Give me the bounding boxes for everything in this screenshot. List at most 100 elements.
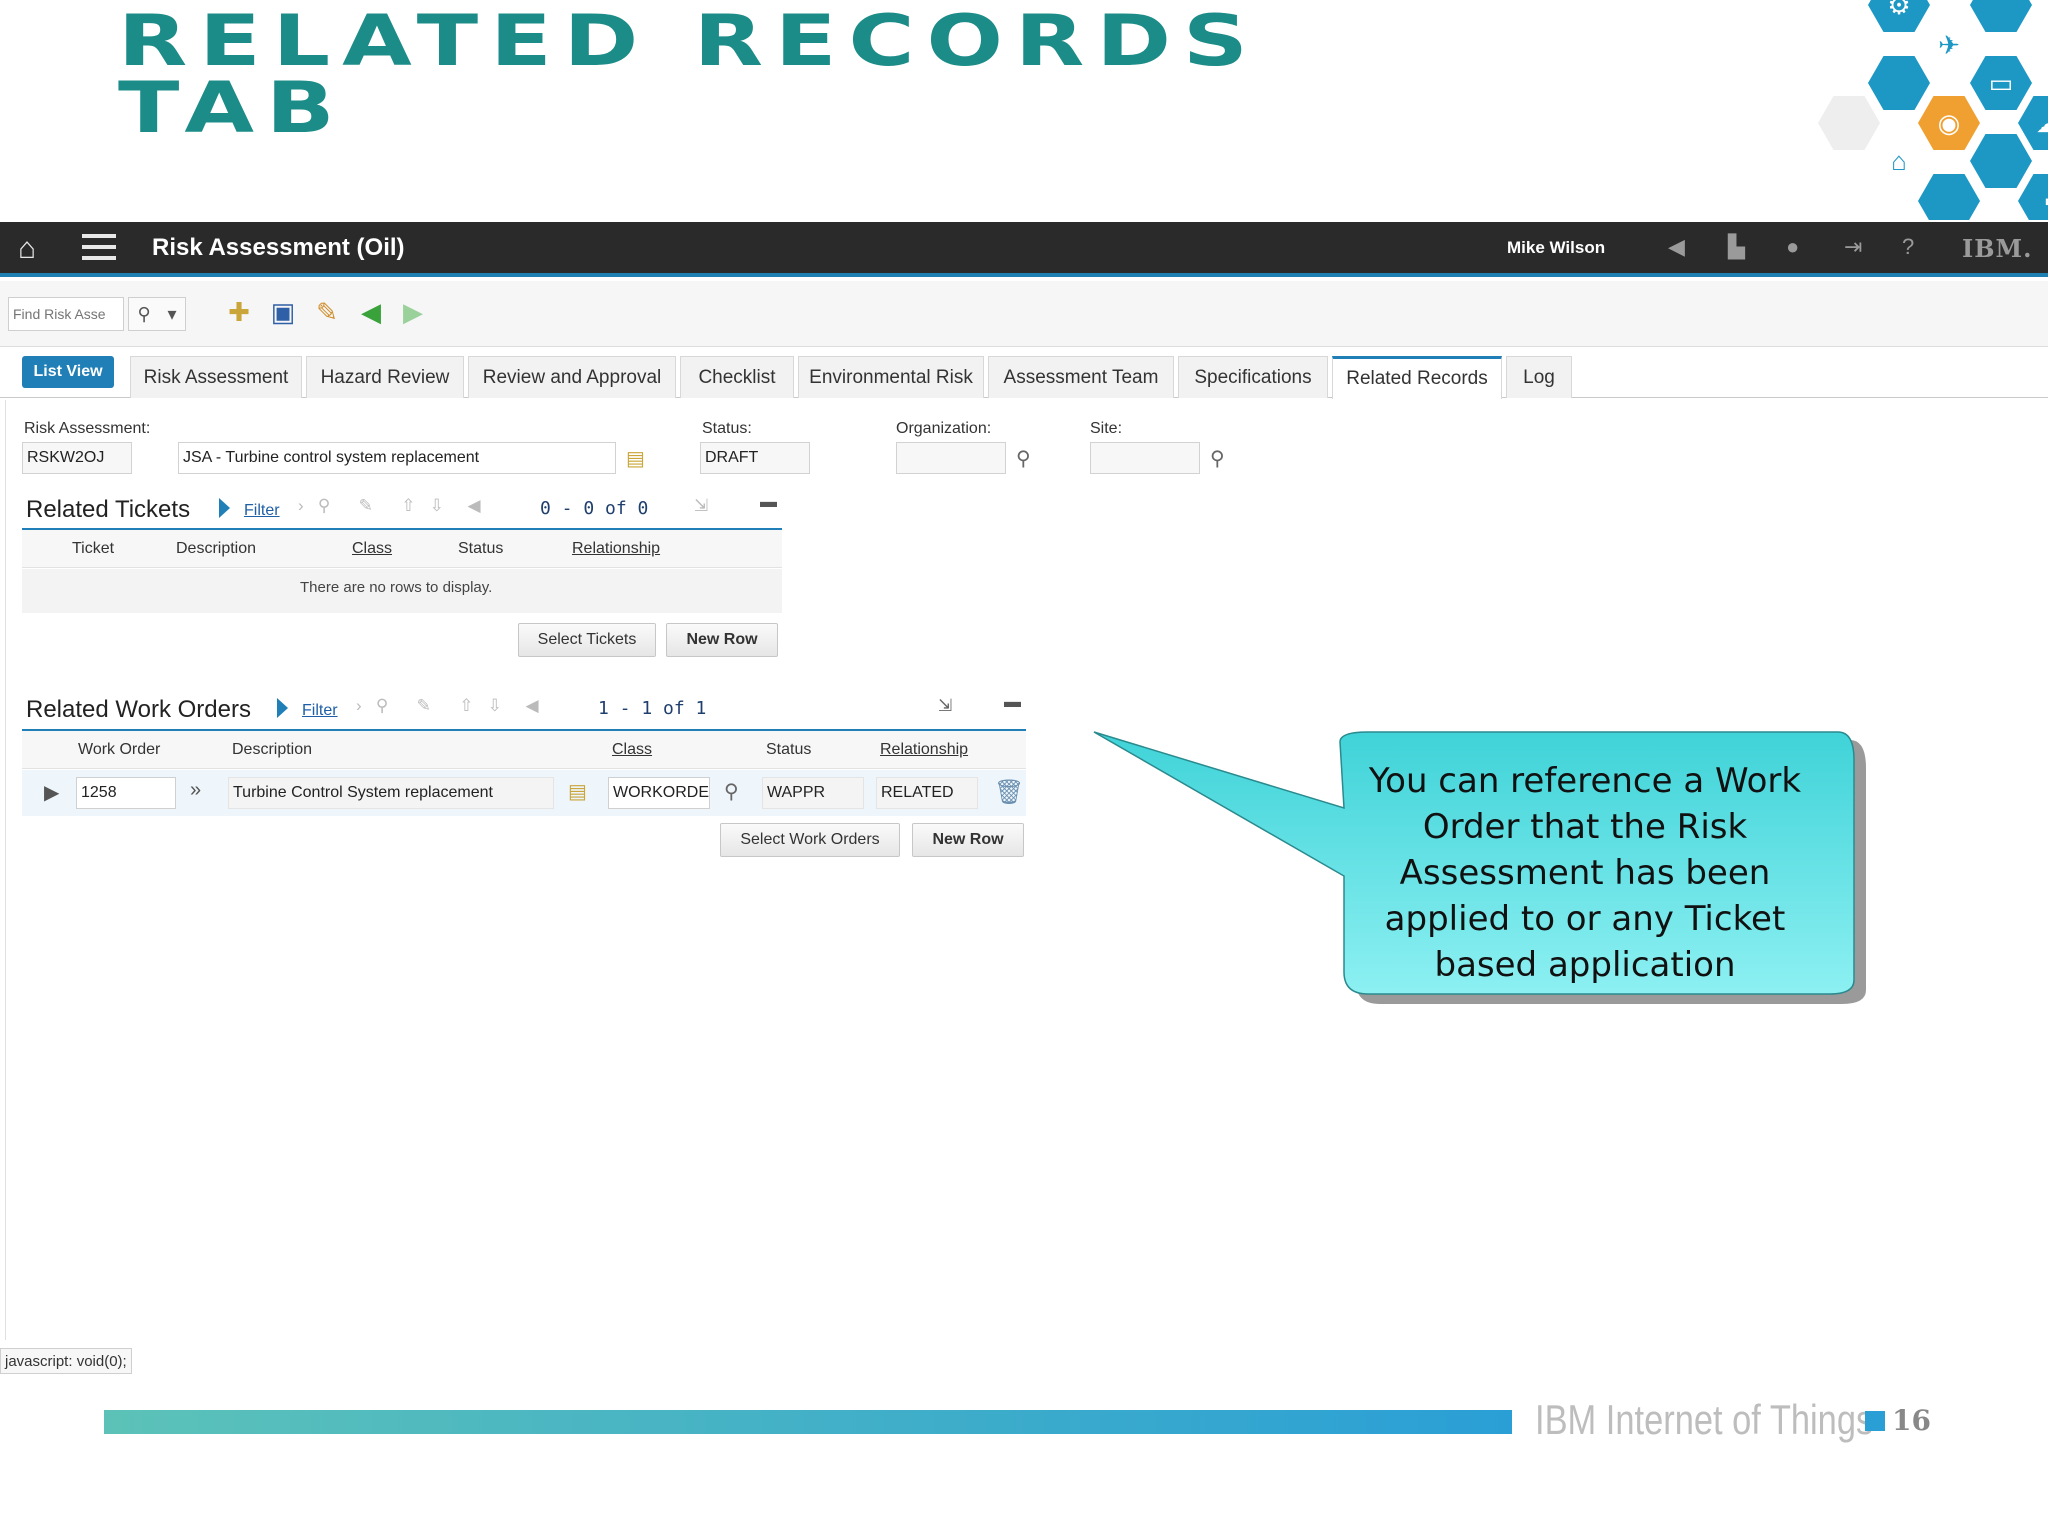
footer-square <box>1865 1411 1885 1431</box>
browser-status-bar: javascript: void(0); <box>0 1348 132 1374</box>
tab-risk-assessment[interactable]: Risk Assessment <box>130 356 302 398</box>
tickets-new-row-button[interactable]: New Row <box>666 623 778 657</box>
select-work-orders-button[interactable]: Select Work Orders <box>720 823 900 857</box>
col-relationship[interactable]: Relationship <box>880 741 968 759</box>
tab-environmental-risk[interactable]: Environmental Risk <box>798 356 984 398</box>
tab-log[interactable]: Log <box>1506 356 1572 398</box>
edit-icon[interactable]: ✎ <box>310 295 344 329</box>
work-order-description-field: Turbine Control System replacement <box>228 777 554 809</box>
toolbar: ⚲ ▾ ✚ ▣ ✎ ◀ ▶ <box>0 281 2048 347</box>
work-order-field[interactable]: 1258 <box>76 777 176 809</box>
ibm-logo: IBM. <box>1962 234 2033 263</box>
menu-icon[interactable] <box>82 234 116 260</box>
workorders-collapse-icon[interactable]: ▬ <box>1004 692 1021 712</box>
hexagon-shape <box>1970 0 2032 32</box>
col-ticket[interactable]: Ticket <box>72 540 114 558</box>
workorders-download-icon[interactable]: ⇲ <box>938 696 952 716</box>
site-label: Site: <box>1090 420 1123 437</box>
filter-expand-icon[interactable] <box>277 698 288 718</box>
filter-expand-icon[interactable] <box>219 498 230 518</box>
footer-bar <box>104 1410 1512 1434</box>
callout-line: applied to or any Ticket <box>1384 899 1786 939</box>
tickets-grid-body: There are no rows to display. <box>22 569 782 613</box>
slide-title: Related Records Tab <box>118 6 1418 150</box>
tab-related-records[interactable]: Related Records <box>1332 356 1502 399</box>
workorders-grid-tools: › ⚲ ✎ ⇧ ⇩ ◀ <box>356 696 539 715</box>
go-to-icon[interactable]: » <box>190 779 201 802</box>
tab-hazard-review[interactable]: Hazard Review <box>306 356 464 398</box>
footer-brand: IBM Internet of Things <box>1535 1396 1874 1443</box>
tab-assessment-team[interactable]: Assessment Team <box>988 356 1174 398</box>
forward-arrow-icon[interactable]: ▶ <box>396 295 430 329</box>
col-status[interactable]: Status <box>766 741 811 759</box>
risk-assessment-label: Risk Assessment: <box>24 420 151 437</box>
work-order-class-field[interactable]: WORKORDE <box>608 777 710 809</box>
risk-assessment-id-field[interactable]: RSKW2OJ <box>22 442 132 474</box>
tab-checklist[interactable]: Checklist <box>680 356 794 398</box>
col-description[interactable]: Description <box>176 540 256 558</box>
profile-icon[interactable]: ● <box>1786 234 1799 260</box>
search-icon: ⚲ <box>137 303 151 324</box>
workorders-new-row-button[interactable]: New Row <box>912 823 1024 857</box>
help-icon[interactable]: ? <box>1902 234 1914 260</box>
callout-line: You can reference a Work <box>1368 761 1802 801</box>
callout-line: Assessment has been <box>1399 853 1771 893</box>
related-work-orders-title: Related Work Orders <box>26 696 251 723</box>
col-relationship[interactable]: Relationship <box>572 540 660 558</box>
hexagon-decoration: ⚙ ✈ ▭ ◉ ⌂ ☁ ▪ <box>1808 0 2048 220</box>
table-row: ▶ 1258 » Turbine Control System replacem… <box>22 770 1026 816</box>
risk-description-field[interactable]: JSA - Turbine control system replacement <box>178 442 616 474</box>
new-record-icon[interactable]: ✚ <box>222 295 256 329</box>
work-order-status-field: WAPPR <box>762 777 864 809</box>
search-icon[interactable]: ⚲ <box>1016 446 1031 471</box>
workorders-filter-link[interactable]: Filter <box>302 702 338 720</box>
tickets-download-icon[interactable]: ⇲ <box>694 496 708 516</box>
car-icon: ▪ <box>2018 174 2048 220</box>
status-field: DRAFT <box>700 442 810 474</box>
chart-icon[interactable]: ▙ <box>1728 234 1745 260</box>
page-number: 16 <box>1892 1404 1931 1437</box>
search-icon[interactable]: ⚲ <box>1210 446 1225 471</box>
save-icon[interactable]: ▣ <box>266 295 300 329</box>
site-field[interactable] <box>1090 442 1200 474</box>
tab-specifications[interactable]: Specifications <box>1178 356 1328 398</box>
home-icon[interactable]: ⌂ <box>18 232 36 266</box>
megaphone-icon[interactable]: ◀ <box>1668 234 1685 260</box>
back-arrow-icon[interactable]: ◀ <box>354 295 388 329</box>
chevron-down-icon: ▾ <box>167 303 177 324</box>
tickets-collapse-icon[interactable]: ▬ <box>760 492 777 512</box>
find-input[interactable] <box>8 297 124 331</box>
col-description[interactable]: Description <box>232 741 312 759</box>
left-edge <box>0 400 6 1340</box>
hexagon-shape <box>1918 174 1980 220</box>
callout-line: based application <box>1434 945 1736 985</box>
gear-icon: ⚙ <box>1868 0 1930 32</box>
workorders-pager: 1 - 1 of 1 <box>598 698 707 719</box>
col-class[interactable]: Class <box>612 741 652 759</box>
cloud-icon: ☁ <box>2018 96 2048 150</box>
hexagon-shape <box>1818 96 1880 150</box>
workorders-grid-header: Work Order Description Class Status Rela… <box>22 731 1026 769</box>
search-icon[interactable]: ⚲ <box>724 779 739 804</box>
hexagon-shape <box>1868 56 1930 110</box>
long-description-icon[interactable]: ▤ <box>568 779 587 804</box>
select-tickets-button[interactable]: Select Tickets <box>518 623 656 657</box>
organization-field[interactable] <box>896 442 1006 474</box>
slide-title-line2: Tab <box>118 67 347 150</box>
app-title: Risk Assessment (Oil) <box>152 234 405 261</box>
long-description-icon[interactable]: ▤ <box>626 446 645 471</box>
col-class[interactable]: Class <box>352 540 392 558</box>
signout-icon[interactable]: ⇥ <box>1844 234 1862 260</box>
callout-line: Order that the Risk <box>1422 807 1748 847</box>
tickets-grid-tools: › ⚲ ✎ ⇧ ⇩ ◀ <box>298 496 481 515</box>
list-view-button[interactable]: List View <box>22 356 114 388</box>
col-status[interactable]: Status <box>458 540 503 558</box>
find-button[interactable]: ⚲ ▾ <box>128 297 186 331</box>
user-name[interactable]: Mike Wilson <box>1507 238 1605 258</box>
work-order-relationship-field: RELATED <box>876 777 978 809</box>
tab-review-and-approval[interactable]: Review and Approval <box>468 356 676 398</box>
row-expand-icon[interactable]: ▶ <box>44 780 59 805</box>
delete-icon[interactable]: 🗑 <box>994 778 1024 807</box>
col-work-order[interactable]: Work Order <box>78 741 160 759</box>
tickets-filter-link[interactable]: Filter <box>244 502 280 520</box>
